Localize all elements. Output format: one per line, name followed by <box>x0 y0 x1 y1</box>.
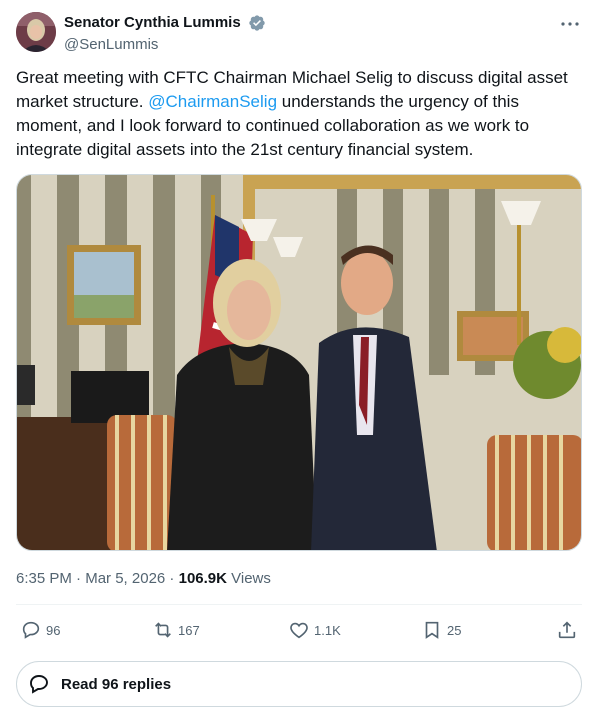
divider-top <box>16 604 582 605</box>
author-handle[interactable]: @SenLummis <box>64 35 266 55</box>
bookmark-button[interactable]: 25 <box>421 616 461 644</box>
tweet-text: Great meeting with CFTC Chairman Michael… <box>16 66 582 162</box>
tweet-time[interactable]: 6:35 PM <box>16 570 72 587</box>
more-options-icon[interactable] <box>558 12 582 36</box>
reply-icon <box>22 621 40 639</box>
tweet-date[interactable]: Mar 5, 2026 <box>85 570 165 587</box>
views-label: Views <box>226 570 271 587</box>
read-replies-button[interactable]: Read 96 replies <box>16 661 582 707</box>
share-button[interactable] <box>556 616 582 644</box>
read-replies-label: Read 96 replies <box>61 675 172 693</box>
tweet-header: Senator Cynthia Lummis @SenLummis <box>16 12 582 54</box>
author-display-name[interactable]: Senator Cynthia Lummis <box>64 13 241 33</box>
repost-icon <box>155 622 171 638</box>
share-icon <box>558 621 576 639</box>
chat-bubble-icon <box>30 675 48 694</box>
views-count: 106.9K <box>178 570 227 587</box>
repost-button[interactable]: 167 <box>152 616 200 644</box>
tweet-photo[interactable] <box>16 174 582 551</box>
author-names: Senator Cynthia Lummis @SenLummis <box>64 13 266 55</box>
verified-badge-icon <box>249 15 265 31</box>
tweet-metadata: 6:35 PM · Mar 5, 2026 · 106.9K Views <box>16 569 271 589</box>
bookmark-count: 25 <box>447 622 462 638</box>
like-count: 1.1K <box>314 622 341 638</box>
repost-count: 167 <box>178 622 200 638</box>
author-avatar[interactable] <box>16 12 56 52</box>
meta-separator: · <box>71 570 86 587</box>
mention-link[interactable]: @ChairmanSelig <box>148 92 277 111</box>
heart-icon <box>290 622 308 639</box>
bookmark-icon <box>425 621 439 639</box>
meta-separator-2: · <box>165 570 179 587</box>
reply-count: 96 <box>46 622 61 638</box>
reply-button[interactable]: 96 <box>20 616 60 644</box>
action-bar: 96 167 1.1K 25 <box>16 616 582 644</box>
like-button[interactable]: 1.1K <box>288 616 341 644</box>
